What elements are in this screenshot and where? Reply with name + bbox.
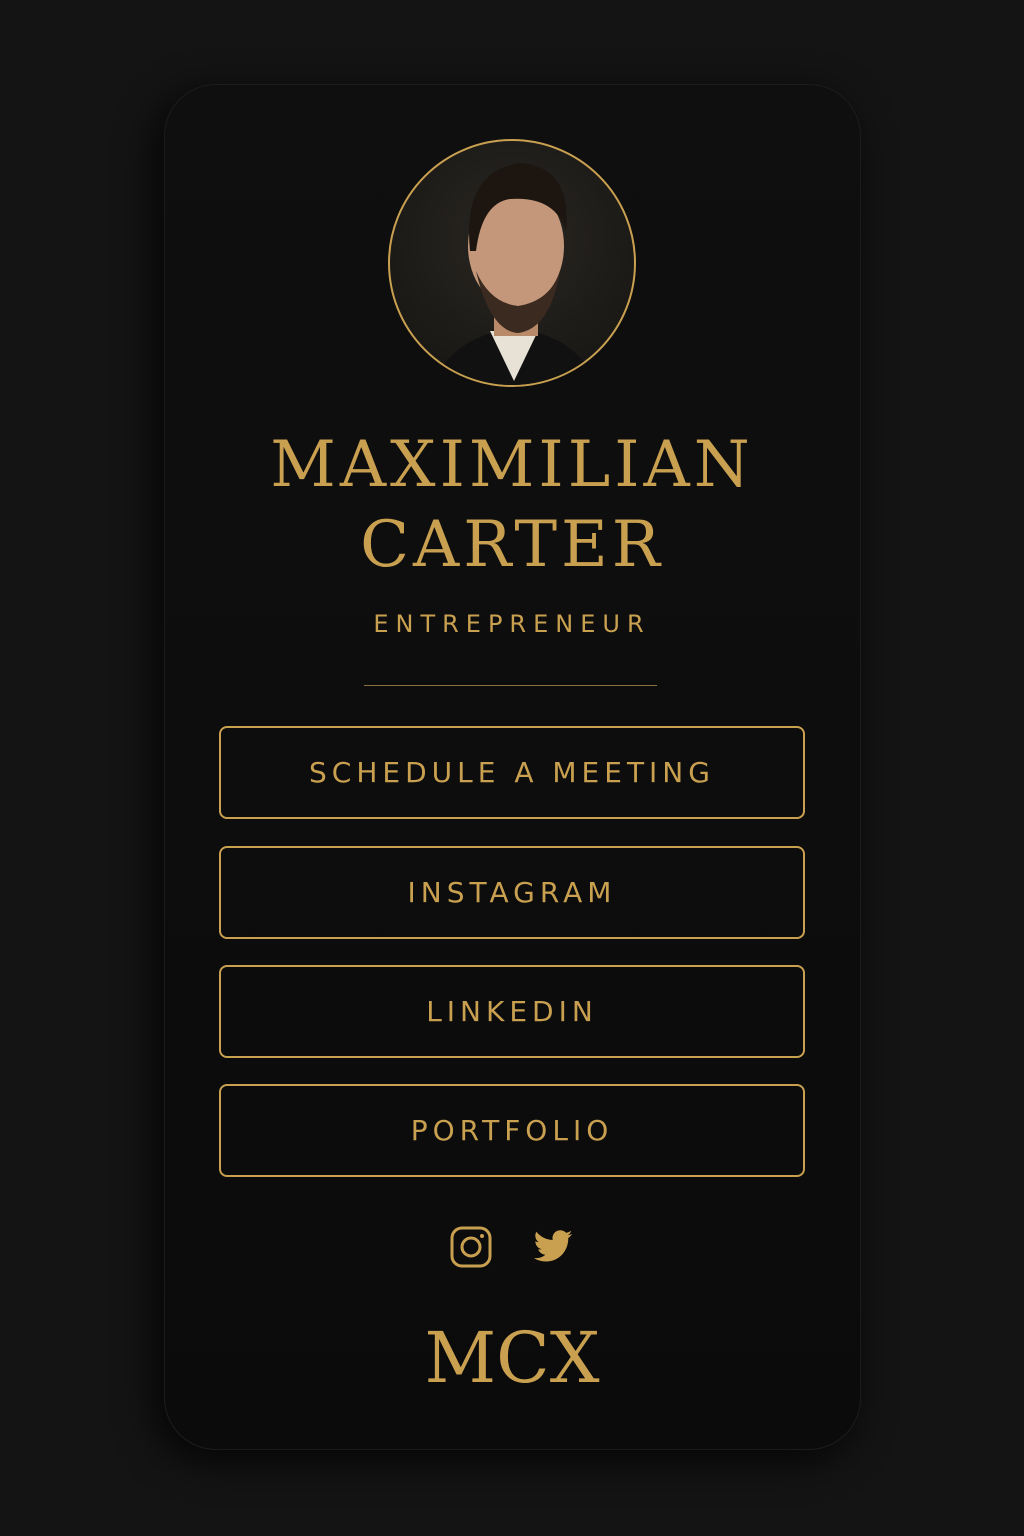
- schedule-meeting-button[interactable]: SCHEDULE A MEETING: [219, 726, 805, 819]
- twitter-icon[interactable]: [532, 1226, 574, 1268]
- logo-monogram: MCX: [424, 1317, 600, 1399]
- name-last: CARTER: [360, 508, 664, 582]
- portfolio-button[interactable]: PORTFOLIO: [219, 1084, 805, 1177]
- linkedin-button[interactable]: LINKEDIN: [219, 965, 805, 1058]
- instagram-button[interactable]: INSTAGRAM: [219, 846, 805, 939]
- instagram-icon[interactable]: [450, 1226, 492, 1268]
- avatar: [388, 139, 636, 387]
- name-first: MAXIMILIAN: [270, 428, 754, 502]
- role-title: ENTREPRENEUR: [373, 610, 651, 638]
- divider: [364, 685, 657, 686]
